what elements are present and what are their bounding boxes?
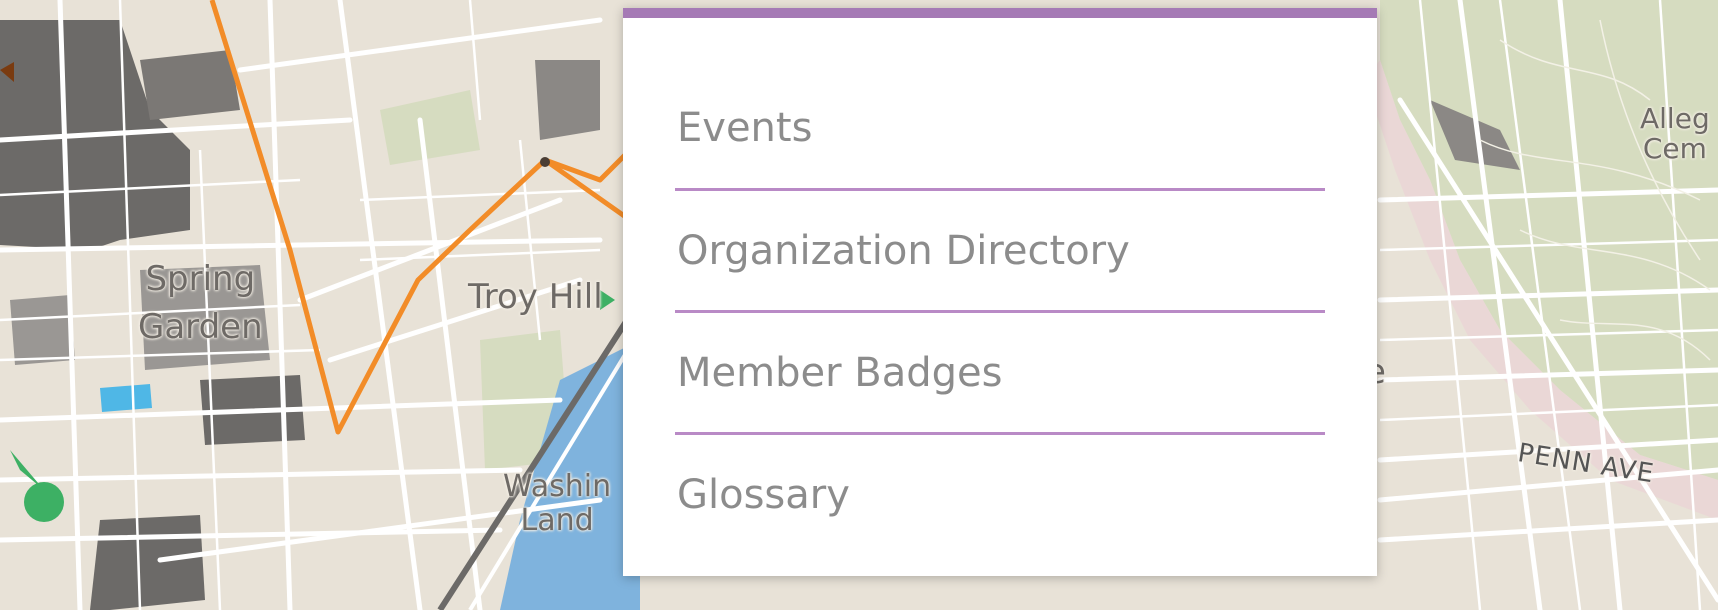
map-page: Spring Garden Troy Hill Washin Land Alle… [0, 0, 1718, 610]
navigation-dropdown-menu: Events Organization Directory Member Bad… [623, 8, 1377, 576]
map-label-washington-landing: Washin Land [503, 469, 612, 538]
menu-item-events[interactable]: Events [675, 72, 1325, 191]
menu-item-glossary[interactable]: Glossary [675, 435, 1325, 557]
menu-item-organization-directory[interactable]: Organization Directory [675, 191, 1325, 313]
menu-list: Events Organization Directory Member Bad… [675, 72, 1325, 557]
map-label-spring-garden: Spring Garden [138, 259, 263, 347]
map-label-troy-hill: Troy Hill [468, 277, 603, 317]
menu-item-member-badges[interactable]: Member Badges [675, 313, 1325, 435]
map-label-allegheny-cemetery: Alleg Cem [1640, 102, 1710, 165]
